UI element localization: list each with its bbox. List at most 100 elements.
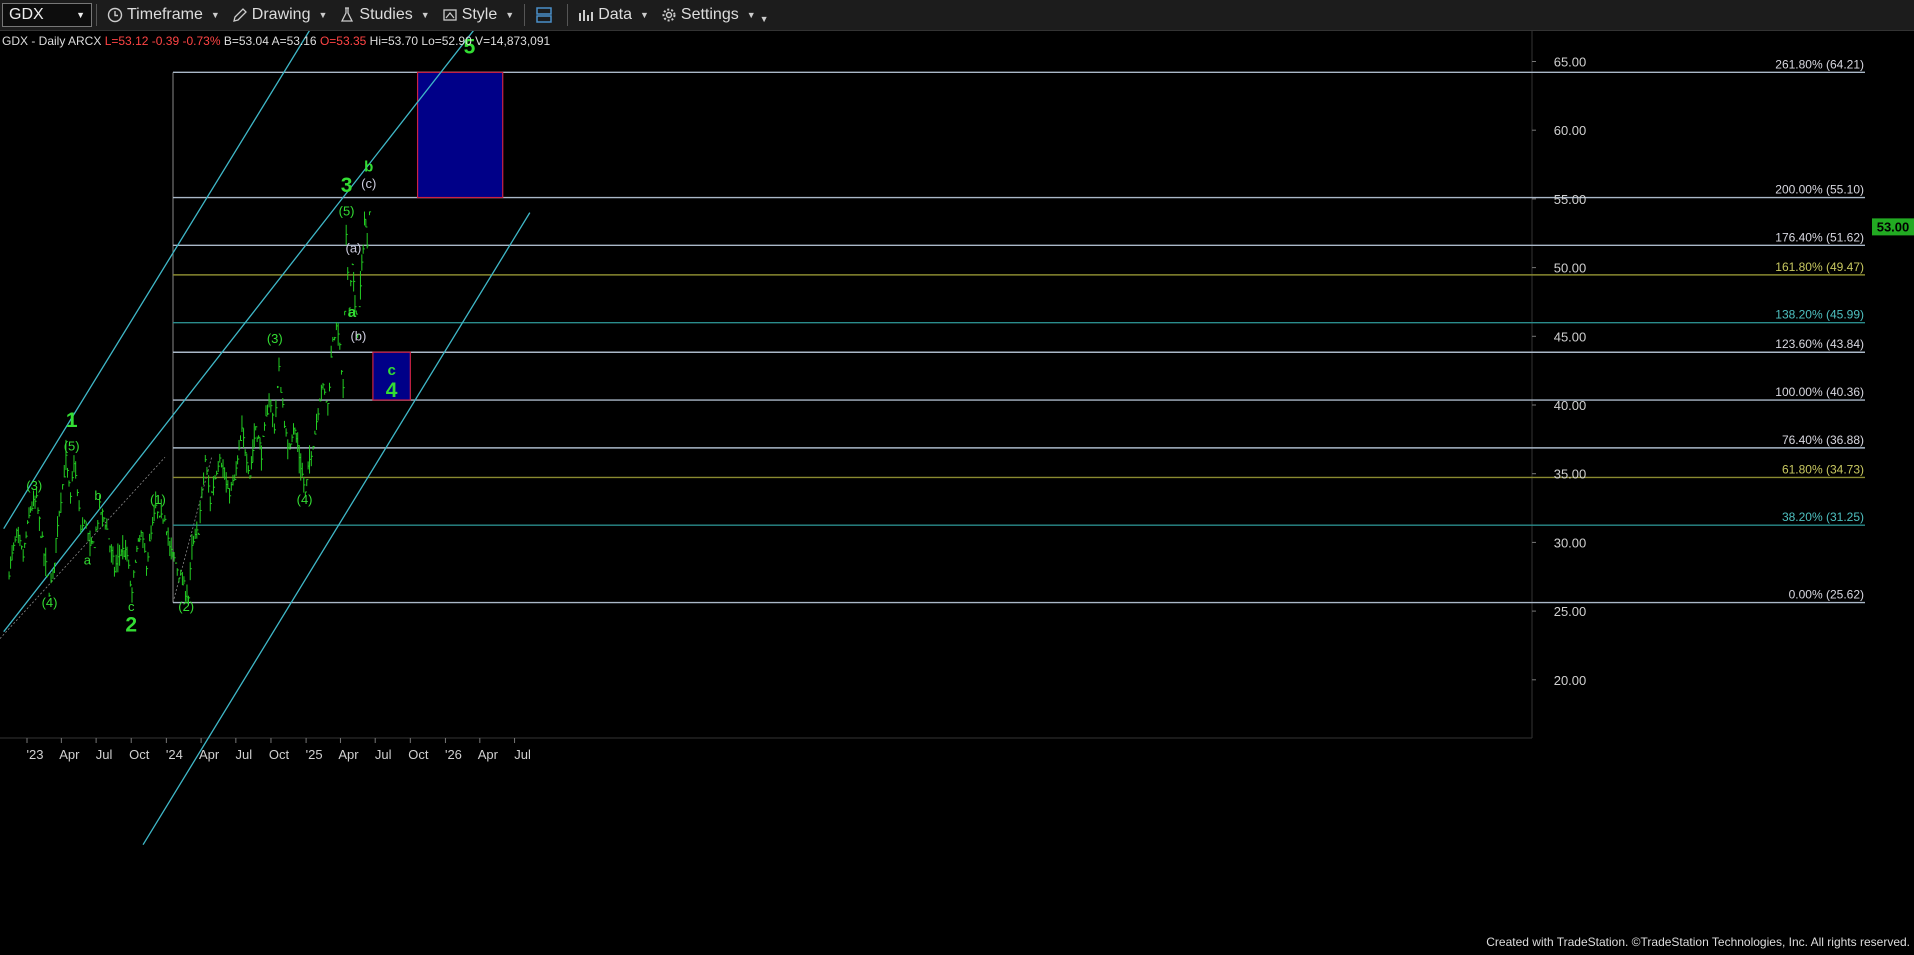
fib-level-label: 261.80% (64.21) (1775, 57, 1864, 71)
chevron-down-icon: ▼ (76, 10, 85, 20)
ask-price: A=53.16 (271, 34, 317, 48)
drawing-menu[interactable]: Drawing ▼ (226, 1, 334, 29)
chart-canvas[interactable]: 261.80% (64.21) 200.00% (55.10) 176.40% (5… (0, 0, 1914, 950)
wave-label: (c) (361, 176, 376, 191)
layout-button[interactable] (529, 1, 563, 29)
price-chart[interactable]: 261.80% (64.21) 200.00% (55.10) 176.40% (5… (0, 0, 1914, 950)
settings-menu[interactable]: Settings ▼ ▼ (655, 1, 775, 29)
x-axis-tick-label: Jul (514, 747, 531, 762)
x-axis-tick-label: Apr (199, 747, 220, 762)
caret-down-icon: ▼ (505, 10, 515, 20)
last-price-badge-label: 53.00 (1877, 219, 1910, 234)
x-axis-tick-label: '23 (27, 747, 44, 762)
wave-label: 4 (386, 379, 398, 402)
y-axis-tick-label: 30.00 (1554, 535, 1587, 550)
wave-label: (b) (350, 328, 366, 343)
open-price: O=53.35 (319, 34, 367, 48)
y-axis-tick-label: 45.00 (1554, 329, 1587, 344)
timeframe-menu[interactable]: Timeframe ▼ (101, 1, 226, 29)
data-menu[interactable]: Data ▼ (572, 1, 655, 29)
fib-level-label: 61.80% (34.73) (1782, 462, 1864, 476)
settings-label: Settings (680, 6, 739, 23)
x-axis-tick-label: '25 (306, 747, 323, 762)
y-axis-tick-label: 60.00 (1554, 123, 1587, 138)
fib-level-label: 100.00% (40.36) (1775, 385, 1864, 399)
clock-icon (107, 7, 123, 23)
wave-label: (2) (178, 599, 194, 614)
bar-chart-icon (579, 10, 594, 21)
chart-toolbar: GDX ▼ Timeframe ▼ Drawing ▼ Studies ▼ Style… (0, 0, 1914, 31)
symbol-text: GDX (9, 6, 44, 23)
high-price: Hi=53.70 (369, 34, 419, 48)
wave-label: (a) (345, 240, 361, 255)
x-axis-tick-label: '24 (166, 747, 183, 762)
x-axis-tick-label: Jul (236, 747, 253, 762)
y-axis-tick-label: 40.00 (1554, 398, 1587, 413)
wave-label: a (84, 552, 92, 567)
studies-label: Studies (359, 6, 413, 23)
percent-change: -0.73% (182, 34, 221, 48)
target-zone-box (416, 71, 504, 199)
fib-level-label: 176.40% (51.62) (1775, 230, 1864, 244)
y-axis-tick-label: 65.00 (1554, 55, 1587, 70)
style-icon (443, 9, 457, 21)
symbol-title: GDX - Daily ARCX (2, 34, 102, 48)
x-axis-tick-label: Jul (96, 747, 113, 762)
wave-label: b (94, 488, 101, 503)
x-axis-tick-label: Oct (129, 747, 150, 762)
flask-icon (341, 7, 354, 22)
channel-line (3, 0, 330, 530)
wave-label: 3 (341, 174, 353, 197)
fib-level-label: 161.80% (49.47) (1775, 260, 1864, 274)
x-axis-tick-label: Oct (269, 747, 290, 762)
y-axis-tick-label: 25.00 (1554, 604, 1587, 619)
caret-down-icon: ▼ (318, 10, 328, 20)
wave-label: b (364, 158, 373, 175)
wave-label: (4) (297, 492, 313, 507)
style-menu[interactable]: Style ▼ (436, 1, 521, 29)
bid-price: B=53.04 (223, 34, 269, 48)
wave-label: (3) (26, 478, 42, 493)
wave-label: c (128, 599, 135, 614)
wave-label: c (387, 362, 395, 379)
caret-down-icon: ▼ (210, 10, 220, 20)
x-axis-tick-label: Jul (375, 747, 392, 762)
low-price: Lo=52.90 (421, 34, 472, 48)
y-axis-tick-label: 55.00 (1554, 192, 1587, 207)
layout-icon (536, 7, 552, 23)
y-axis-tick-label: 20.00 (1554, 673, 1587, 688)
net-change: -0.39 (151, 34, 180, 48)
symbol-info-bar: GDX - Daily ARCX L=53.12 -0.39 -0.73% B=… (2, 34, 550, 48)
x-axis-tick-label: Apr (478, 747, 499, 762)
pencil-icon (232, 8, 247, 22)
fib-level-label: 76.40% (36.88) (1782, 433, 1864, 447)
wave-label: (5) (64, 438, 80, 453)
more-caret-icon: ▼ (759, 14, 769, 24)
caret-down-icon: ▼ (639, 10, 649, 20)
volume: V=14,873,091 (475, 34, 551, 48)
fib-level-label: 123.60% (43.84) (1775, 337, 1864, 351)
wave-label: 2 (125, 614, 137, 637)
style-label: Style (461, 6, 498, 23)
toolbar-divider (567, 4, 569, 26)
y-axis-tick-label: 35.00 (1554, 467, 1587, 482)
copyright-footer: Created with TradeStation. ©TradeStation… (1486, 935, 1910, 949)
fib-level-label: 0.00% (25.62) (1789, 588, 1864, 602)
data-label: Data (598, 6, 632, 23)
timeframe-label: Timeframe (127, 6, 203, 23)
toolbar-divider (96, 4, 97, 26)
caret-down-icon: ▼ (746, 10, 756, 20)
fib-level-label: 38.20% (31.25) (1782, 510, 1864, 524)
wave-label: 1 (66, 409, 78, 432)
wave-label: a (348, 304, 357, 321)
last-price: L=53.12 (104, 34, 149, 48)
x-axis-tick-label: Apr (59, 747, 80, 762)
fib-level-label: 200.00% (55.10) (1775, 183, 1864, 197)
wave-label: (3) (267, 331, 283, 346)
wave-label: (5) (339, 203, 355, 218)
studies-menu[interactable]: Studies ▼ (333, 1, 435, 29)
x-axis-tick-label: Oct (408, 747, 429, 762)
symbol-input[interactable]: GDX ▼ (2, 3, 92, 27)
caret-down-icon: ▼ (420, 10, 430, 20)
gear-icon (662, 8, 676, 22)
